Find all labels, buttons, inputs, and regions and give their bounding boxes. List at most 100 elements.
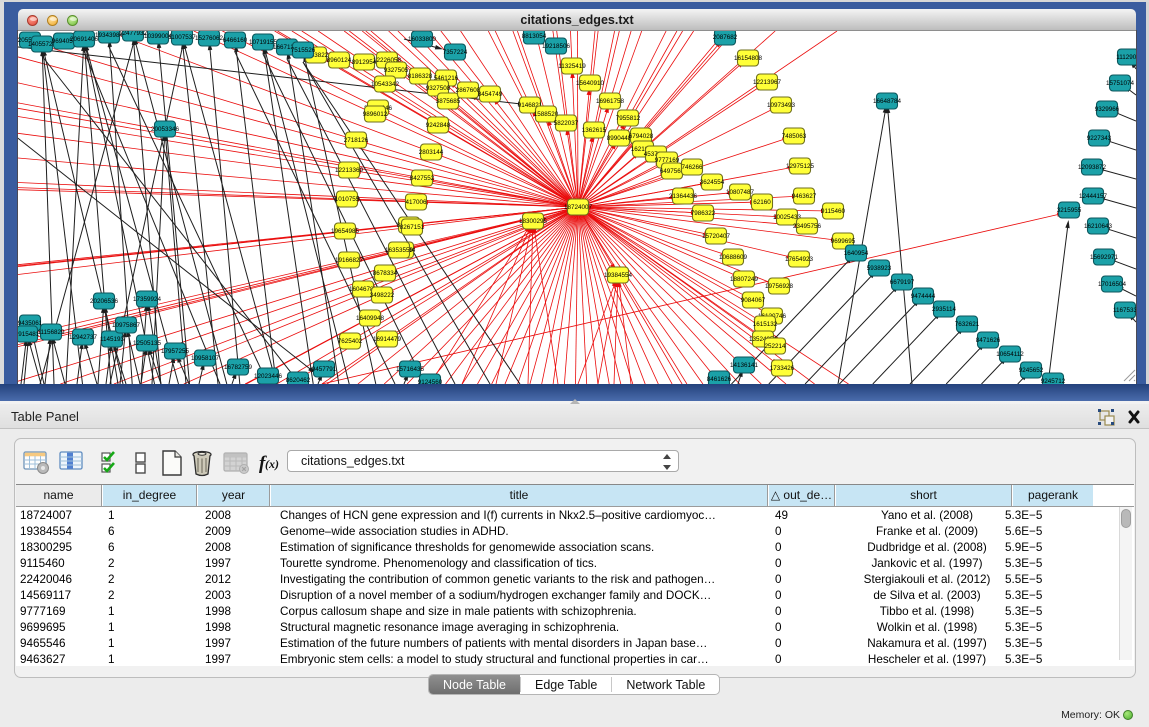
svg-text:12213369: 12213369 (335, 167, 364, 174)
svg-text:11156829: 11156829 (37, 329, 65, 336)
svg-text:8678334: 8678334 (373, 270, 398, 277)
svg-text:8267151: 8267151 (400, 224, 425, 231)
svg-text:9896012: 9896012 (363, 111, 388, 118)
svg-text:17359924: 17359924 (133, 296, 162, 303)
svg-text:15276062: 15276062 (195, 35, 224, 42)
svg-text:7625402: 7625402 (338, 338, 363, 345)
svg-text:10975867: 10975867 (112, 322, 141, 329)
svg-text:10973493: 10973493 (767, 102, 796, 109)
svg-text:6466160: 6466160 (223, 37, 248, 44)
svg-text:2935114: 2935114 (932, 306, 957, 313)
svg-text:252214: 252214 (764, 343, 786, 350)
svg-text:12093872: 12093872 (1078, 164, 1107, 171)
svg-text:12942737: 12942737 (69, 334, 98, 341)
svg-text:16353559: 16353559 (385, 247, 414, 254)
svg-text:15720407: 15720407 (702, 233, 731, 240)
svg-text:2718126: 2718126 (344, 137, 369, 144)
svg-text:1733426: 1733426 (770, 365, 795, 372)
svg-text:8461626: 8461626 (707, 376, 732, 383)
svg-text:19384554: 19384554 (604, 272, 633, 279)
svg-text:16033809: 16033809 (408, 36, 437, 43)
svg-text:9115460: 9115460 (821, 208, 846, 215)
svg-text:8813054: 8813054 (522, 33, 547, 40)
svg-text:5938923: 5938923 (867, 265, 892, 272)
svg-text:9245652: 9245652 (1019, 367, 1044, 374)
svg-text:7955812: 7955812 (616, 115, 641, 122)
svg-text:1010755: 1010755 (335, 196, 360, 203)
svg-text:1167533: 1167533 (1113, 307, 1136, 314)
svg-text:9084067: 9084067 (741, 297, 766, 304)
svg-text:7485063: 7485063 (782, 133, 807, 140)
svg-text:1362615: 1362615 (582, 127, 607, 134)
svg-text:15751074: 15751074 (1106, 80, 1135, 87)
svg-text:9463627: 9463627 (792, 193, 817, 200)
svg-text:62160: 62160 (753, 199, 771, 206)
svg-text:9242848: 9242848 (426, 122, 451, 129)
svg-text:417006: 417006 (405, 199, 427, 206)
svg-text:19218506: 19218506 (542, 43, 571, 50)
svg-text:10543342: 10543342 (371, 81, 400, 88)
svg-text:18724007: 18724007 (564, 204, 593, 211)
svg-text:7632621: 7632621 (955, 321, 980, 328)
svg-text:1588520: 1588520 (534, 111, 559, 118)
svg-text:12213967: 12213967 (753, 79, 782, 86)
svg-text:8186328: 8186328 (408, 73, 433, 80)
svg-text:10688609: 10688609 (719, 254, 748, 261)
svg-text:8620462: 8620462 (286, 377, 311, 384)
svg-text:21364436: 21364436 (669, 193, 698, 200)
svg-text:(x): (x) (265, 457, 279, 471)
svg-text:8427552: 8427552 (410, 175, 435, 182)
svg-text:8960124: 8960124 (327, 57, 352, 64)
svg-text:9329966: 9329966 (1095, 106, 1120, 113)
svg-text:2087682: 2087682 (713, 34, 738, 41)
svg-text:14136141: 14136141 (730, 362, 759, 369)
svg-text:3215955: 3215955 (1057, 207, 1082, 214)
svg-text:16782759: 16782759 (224, 364, 253, 371)
svg-text:1640954: 1640954 (844, 250, 869, 257)
svg-text:11325419: 11325419 (558, 63, 586, 70)
svg-text:9699695: 9699695 (831, 238, 856, 245)
svg-text:16914479: 16914479 (373, 336, 402, 343)
svg-text:16961758: 16961758 (596, 98, 625, 105)
svg-text:8454749: 8454749 (478, 91, 503, 98)
svg-text:23495756: 23495756 (793, 223, 822, 230)
svg-text:7357224: 7357224 (443, 49, 468, 56)
svg-text:15640910: 15640910 (576, 80, 605, 87)
svg-text:2803144: 2803144 (419, 149, 444, 156)
svg-text:17957255: 17957255 (161, 348, 190, 355)
svg-text:10958107: 10958107 (191, 355, 220, 362)
svg-text:8471626: 8471626 (976, 337, 1001, 344)
svg-text:10807487: 10807487 (726, 189, 755, 196)
svg-text:1112905: 1112905 (1116, 54, 1136, 61)
svg-text:16409948: 16409948 (356, 315, 385, 322)
svg-text:12505135: 12505135 (133, 340, 162, 347)
svg-text:1615132: 1615132 (753, 321, 778, 328)
svg-text:6679197: 6679197 (890, 279, 915, 286)
svg-text:3624554: 3624554 (700, 179, 725, 186)
svg-text:6794028: 6794028 (629, 133, 654, 140)
svg-text:9457791: 9457791 (312, 366, 337, 373)
svg-text:16648784: 16648784 (873, 98, 902, 105)
svg-text:9474444: 9474444 (911, 293, 936, 300)
svg-text:12444157: 12444157 (1079, 193, 1108, 200)
svg-text:16154808: 16154808 (734, 55, 763, 62)
svg-text:9327508: 9327508 (426, 85, 451, 92)
svg-text:5822037: 5822037 (554, 120, 579, 127)
svg-text:20206536: 20206536 (90, 298, 119, 305)
svg-text:1145193: 1145193 (100, 336, 125, 343)
svg-text:20053346: 20053346 (151, 126, 180, 133)
svg-text:15692971: 15692971 (1090, 254, 1119, 261)
svg-text:746266: 746266 (681, 164, 703, 171)
svg-text:9327505: 9327505 (384, 67, 409, 74)
svg-text:12023446: 12023446 (254, 373, 283, 380)
svg-text:16210643: 16210643 (1084, 223, 1113, 230)
svg-text:19166827: 19166827 (335, 257, 364, 264)
svg-text:11007537: 11007537 (168, 34, 196, 41)
svg-text:17654923: 17654923 (785, 256, 814, 263)
svg-text:19756928: 19756928 (765, 283, 794, 290)
svg-text:7515526: 7515526 (291, 47, 316, 54)
svg-text:9227343: 9227343 (1087, 135, 1112, 142)
svg-text:12975125: 12975125 (786, 163, 815, 170)
svg-text:10654112: 10654112 (996, 351, 1024, 358)
svg-text:17016504: 17016504 (1098, 281, 1127, 288)
